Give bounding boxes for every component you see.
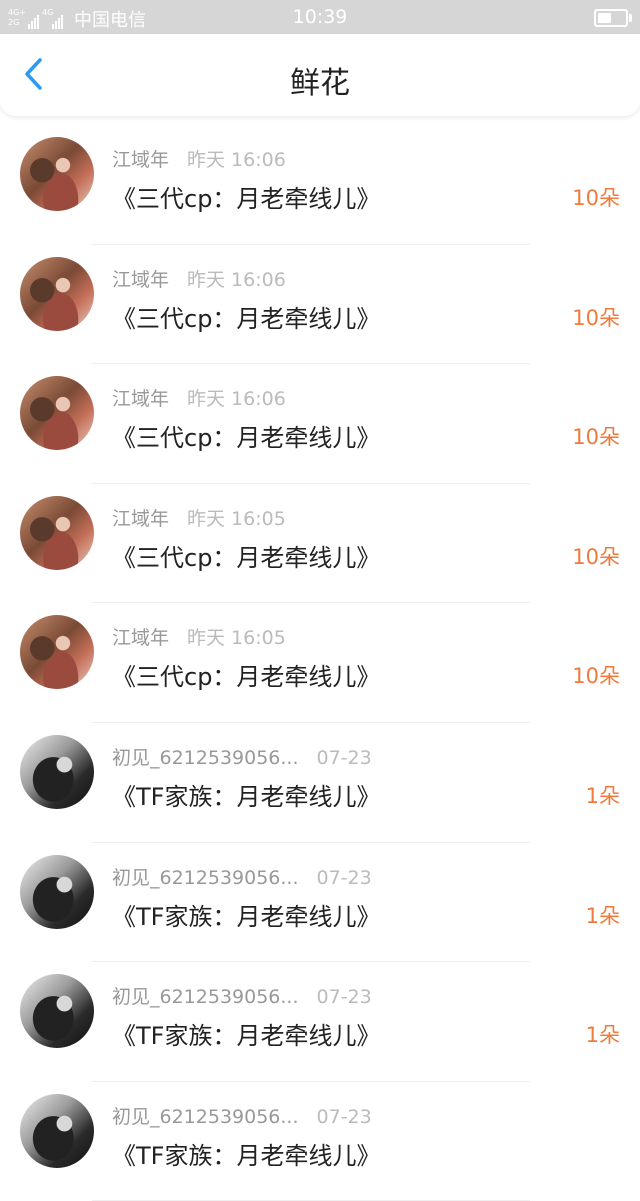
item-time: 昨天 16:06 <box>187 388 286 411</box>
item-title[interactable]: 《TF家族：月老牵线儿》 <box>112 1136 380 1171</box>
item-meta: 初见_6212539056... 07-23 <box>112 1102 372 1129</box>
flower-count: 1朵 <box>585 783 620 808</box>
item-user[interactable]: 初见_6212539056... <box>112 747 299 769</box>
item-title[interactable]: 《三代cp：月老牵线儿》 <box>112 418 380 453</box>
avatar[interactable] <box>20 734 94 809</box>
battery-fill <box>598 13 611 23</box>
item-user[interactable]: 初见_6212539056... <box>112 867 299 889</box>
item-title[interactable]: 《TF家族：月老牵线儿》 <box>112 777 380 812</box>
item-time: 昨天 16:05 <box>187 507 286 530</box>
list-item[interactable]: 江域年 昨天 16:05 《三代cp：月老牵线儿》 10朵 <box>0 603 640 723</box>
avatar[interactable] <box>20 615 94 690</box>
avatar[interactable] <box>20 495 94 570</box>
item-title[interactable]: 《三代cp：月老牵线儿》 <box>112 538 380 573</box>
status-time: 10:39 <box>292 6 348 28</box>
item-user[interactable]: 江域年 <box>112 269 169 291</box>
item-meta: 江域年 昨天 16:06 <box>112 265 286 292</box>
item-user[interactable]: 江域年 <box>112 627 169 649</box>
avatar[interactable] <box>20 974 94 1049</box>
item-title[interactable]: 《三代cp：月老牵线儿》 <box>112 657 380 692</box>
flower-count: 10朵 <box>572 186 620 210</box>
item-time: 昨天 16:05 <box>187 627 286 650</box>
item-title[interactable]: 《TF家族：月老牵线儿》 <box>112 1016 380 1051</box>
flower-count: 1朵 <box>585 903 620 928</box>
item-user[interactable]: 初见_6212539056... <box>112 1106 299 1128</box>
avatar[interactable] <box>20 854 94 929</box>
flower-count: 10朵 <box>572 664 620 689</box>
avatar[interactable] <box>20 1093 94 1168</box>
flower-count: 1朵 <box>585 1023 620 1048</box>
item-meta: 初见_6212539056... 07-23 <box>112 863 372 890</box>
list-item[interactable]: 初见_6212539056... 07-23 《TF家族：月老牵线儿》 1朵 <box>0 723 640 843</box>
item-meta: 江域年 昨天 16:05 <box>112 623 286 650</box>
list-item[interactable]: 初见_6212539056... 07-23 《TF家族：月老牵线儿》 1朵 <box>0 962 640 1082</box>
status-bar: 4G+ 2G 4G 中国电信 10:39 <box>0 0 640 34</box>
flower-count: 10朵 <box>572 425 620 450</box>
list-item[interactable]: 江域年 昨天 16:06 《三代cp：月老牵线儿》 10朵 <box>0 364 640 484</box>
item-user[interactable]: 江域年 <box>112 149 169 171</box>
avatar[interactable] <box>20 376 94 451</box>
item-time: 07-23 <box>316 746 372 769</box>
avatar[interactable] <box>20 137 94 211</box>
item-time: 07-23 <box>316 866 372 889</box>
list-item[interactable]: 江域年 昨天 16:06 《三代cp：月老牵线儿》 10朵 <box>0 245 640 365</box>
item-time: 昨天 16:06 <box>187 268 286 291</box>
item-meta: 初见_6212539056... 07-23 <box>112 743 372 770</box>
list-item[interactable]: 初见_6212539056... 07-23 《TF家族：月老牵线儿》 1朵 <box>0 843 640 963</box>
item-time: 07-23 <box>316 1105 372 1128</box>
avatar[interactable] <box>20 256 94 331</box>
item-meta: 初见_6212539056... 07-23 <box>112 982 372 1009</box>
flower-count: 10朵 <box>572 544 620 569</box>
item-time: 昨天 16:06 <box>187 149 286 171</box>
flower-list: 江域年 昨天 16:06 《三代cp：月老牵线儿》 10朵 江域年 昨天 16:06 《三代… <box>0 125 640 1201</box>
item-meta: 江域年 昨天 16:05 <box>112 504 286 531</box>
item-title[interactable]: 《三代cp：月老牵线儿》 <box>112 299 380 334</box>
battery-icon <box>594 9 632 27</box>
item-user[interactable]: 江域年 <box>112 508 169 530</box>
nav-bar: 鲜花 <box>0 34 640 116</box>
item-time: 07-23 <box>316 986 372 1009</box>
page-title: 鲜花 <box>290 66 350 101</box>
item-meta: 江域年 昨天 16:06 <box>112 145 286 172</box>
item-title[interactable]: 《三代cp：月老牵线儿》 <box>112 179 380 214</box>
list-item[interactable]: 江域年 昨天 16:06 《三代cp：月老牵线儿》 10朵 <box>0 125 640 245</box>
item-title[interactable]: 《TF家族：月老牵线儿》 <box>112 897 380 932</box>
item-user[interactable]: 江域年 <box>112 388 169 410</box>
list-item[interactable]: 初见_6212539056... 07-23 《TF家族：月老牵线儿》 <box>0 1082 640 1201</box>
item-meta: 江域年 昨天 16:06 <box>112 384 286 411</box>
item-user[interactable]: 初见_6212539056... <box>112 986 299 1008</box>
list-item[interactable]: 江域年 昨天 16:05 《三代cp：月老牵线儿》 10朵 <box>0 484 640 604</box>
flower-count: 10朵 <box>572 305 620 330</box>
